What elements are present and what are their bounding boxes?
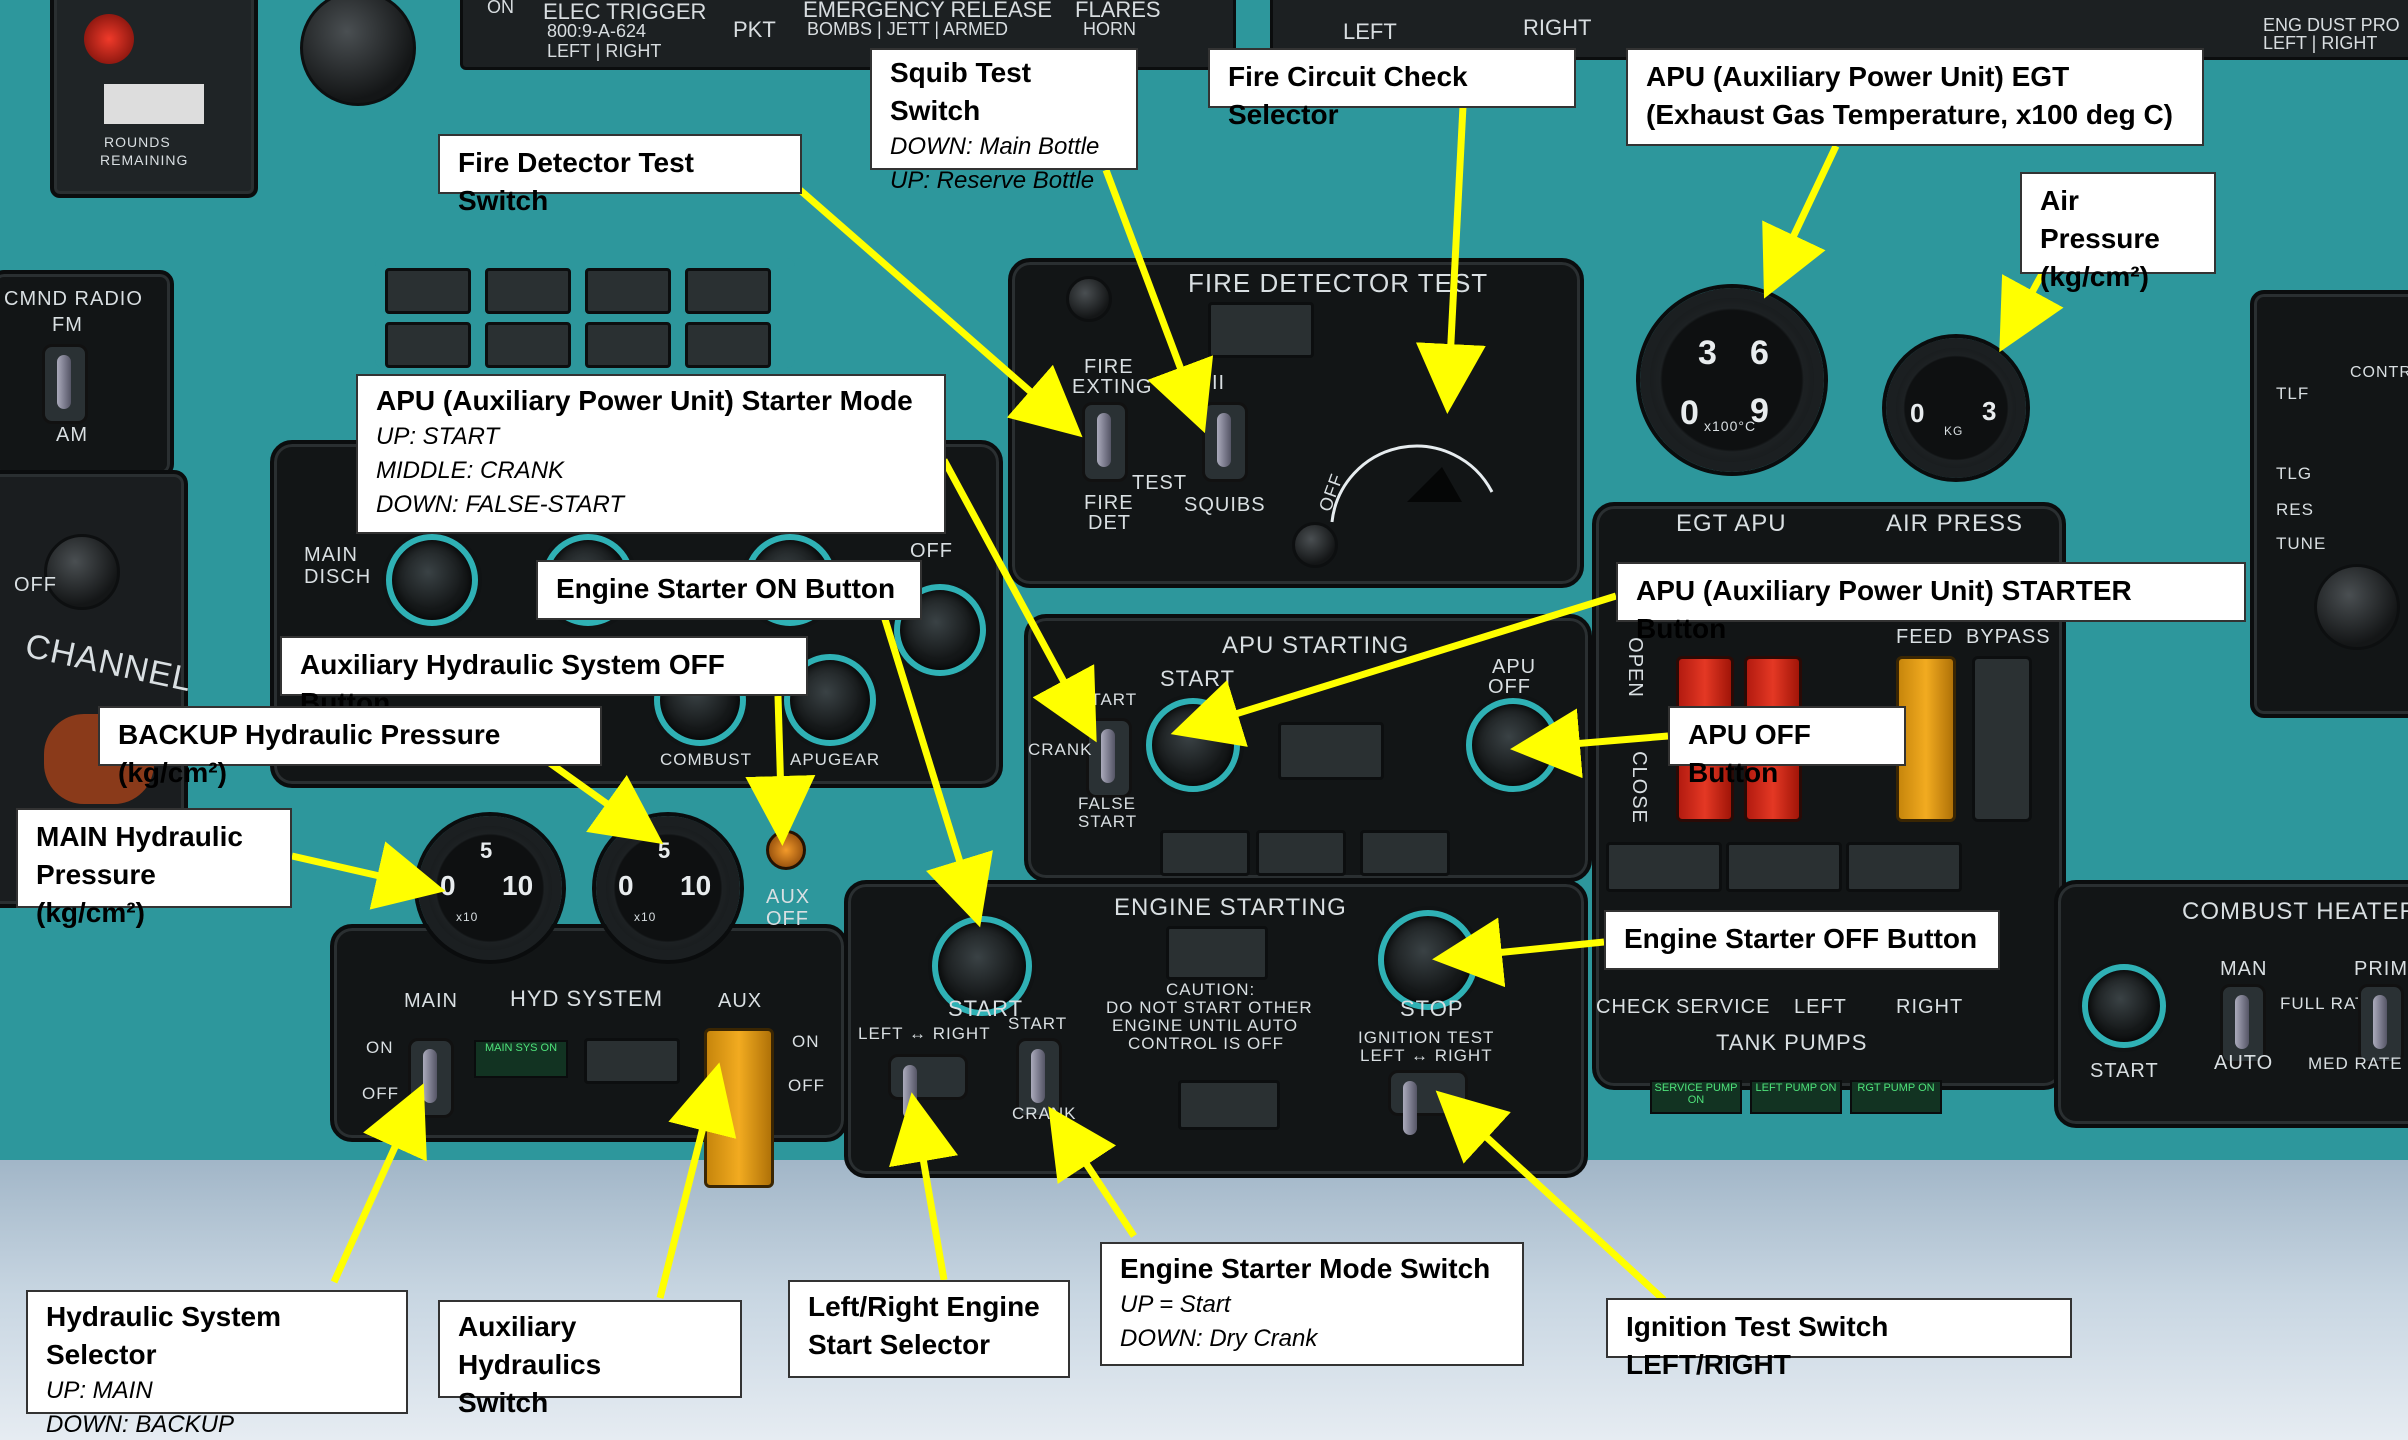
callout-air-pressure: Air Pressure (kg/cm²) (2020, 172, 2216, 292)
cockpit-screenshot: ON ELEC TRIGGER 800:9-A-624 LEFT | RIGHT… (0, 0, 2408, 1440)
callout-apu-starter-mode: APU (Auxiliary Power Unit) Starter Mode … (356, 374, 946, 534)
arrow-hyd-selector (330, 1083, 427, 1284)
callout-main-hyd-pressure: MAIN Hydraulic Pressure (kg/cm²) (16, 808, 292, 928)
callout-engine-starter-mode: Engine Starter Mode Switch UP = Start DO… (1100, 1242, 1524, 1366)
arrow-main-hyd (291, 841, 446, 910)
arrow-apu-off (1510, 708, 1669, 779)
callout-hyd-system-selector: Hydraulic System Selector UP: MAIN DOWN:… (26, 1290, 408, 1438)
arrow-engine-starter-on (880, 614, 993, 928)
arrow-engine-starter-off (1432, 917, 1605, 988)
arrow-fire-circuit (1415, 105, 1486, 414)
callout-squib-test-switch: Squib Test Switch DOWN: Main Bottle UP: … (870, 48, 1138, 194)
callout-aux-hydraulics-switch: Auxiliary Hydraulics Switch (438, 1300, 742, 1418)
callout-apu-starter-button: APU (Auxiliary Power Unit) STARTER Butto… (1616, 562, 2246, 644)
callout-aux-hyd-off: Auxiliary Hydraulic System OFF Button (280, 636, 808, 718)
arrow-engine-starter-mode (1048, 1106, 1137, 1238)
callout-engine-starter-off: Engine Starter OFF Button (1604, 910, 2000, 970)
callout-fire-detector-test: Fire Detector Test Switch (438, 134, 802, 216)
arrow-squib (1102, 168, 1214, 434)
arrow-apu-starter-button (1170, 592, 1618, 747)
callout-apu-egt: APU (Auxiliary Power Unit) EGT (Exhaust … (1626, 48, 2204, 146)
callout-apu-off: APU OFF Button (1668, 706, 1906, 788)
callout-fire-circuit-check: Fire Circuit Check Selector (1208, 48, 1576, 130)
arrow-lr-engine-start (889, 1092, 959, 1281)
arrow-apu-egt (1762, 144, 1840, 299)
arrow-aux-hyd-switch (656, 1062, 737, 1299)
callout-lr-engine-start-selector: Left/Right Engine Start Selector (788, 1280, 1070, 1378)
arrow-apu-starter-mode (940, 458, 1097, 743)
arrow-air-pressure (1999, 272, 2064, 353)
callout-backup-hyd-pressure: BACKUP Hydraulic Pressure (kg/cm²) (98, 706, 602, 788)
callout-engine-starter-on: Engine Starter ON Button (536, 560, 922, 620)
callout-ignition-test-switch: Ignition Test Switch LEFT/RIGHT (1606, 1298, 2072, 1380)
